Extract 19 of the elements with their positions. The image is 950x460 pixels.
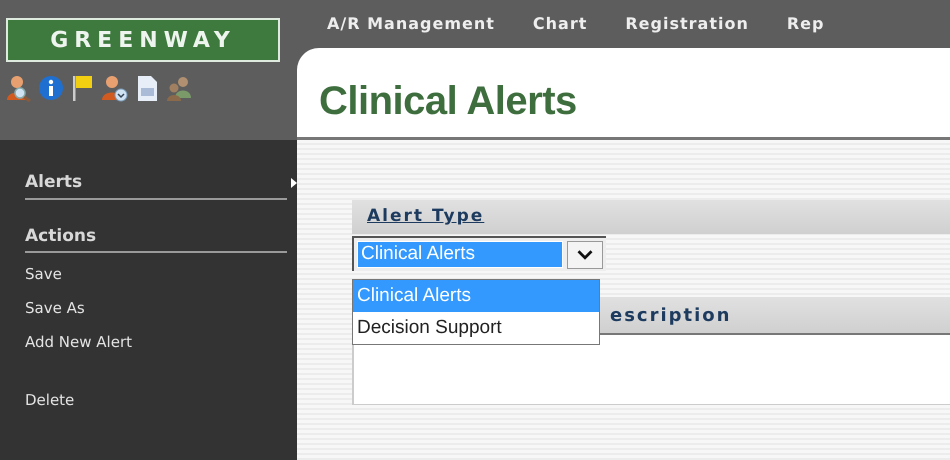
menu-item[interactable]: Registration [625,12,749,36]
page-title: Clinical Alerts [319,78,577,125]
action-link[interactable]: Add New Alert [25,325,289,359]
section-label: Alert Type [367,205,484,228]
caret-icon[interactable] [567,240,603,268]
action-link[interactable]: Save [25,257,289,291]
submenu-arrow-icon[interactable] [291,178,297,188]
menu-item[interactable]: Rep [786,12,824,36]
section-heading[interactable]: Actions [25,224,96,249]
person-search-icon[interactable] [6,74,32,102]
dropdown-option[interactable]: Decision Support [353,312,599,344]
greenway-logo: GREENWAY [6,18,280,62]
section-heading[interactable]: Alerts [25,170,82,196]
menu-item[interactable]: Chart [532,12,588,36]
info-icon[interactable] [38,74,64,102]
menu-item[interactable]: A/R Management [327,12,495,36]
section-label: escription [610,304,732,328]
action-link[interactable]: Delete [25,383,289,417]
action-link[interactable]: Save As [25,291,289,325]
